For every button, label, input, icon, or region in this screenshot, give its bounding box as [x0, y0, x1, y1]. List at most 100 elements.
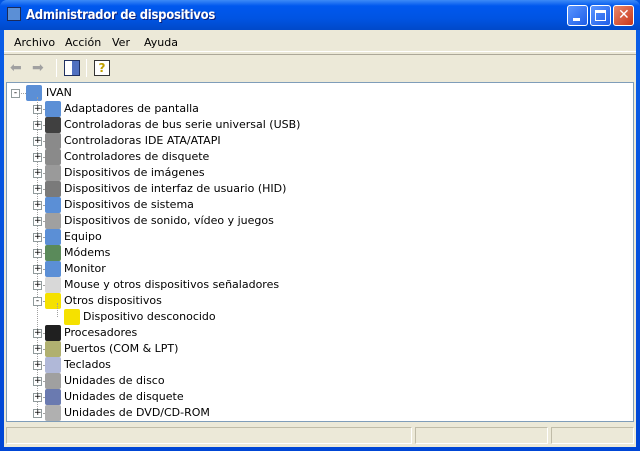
expand-button[interactable]: +: [33, 281, 42, 290]
tree-item[interactable]: + Controladores de disquete: [7, 149, 627, 165]
keyboard-icon: [45, 357, 61, 373]
usb-icon: [45, 117, 61, 133]
tree-item-label: IVAN: [46, 86, 72, 99]
expand-button[interactable]: +: [33, 105, 42, 114]
expand-button[interactable]: +: [33, 169, 42, 178]
forward-arrow-icon[interactable]: ➡: [32, 60, 48, 76]
modem-icon: [45, 245, 61, 261]
expand-button[interactable]: +: [33, 121, 42, 130]
back-arrow-icon[interactable]: ⬅: [10, 60, 26, 76]
expand-button[interactable]: +: [33, 233, 42, 242]
tree-item[interactable]: - Otros dispositivos: [7, 293, 627, 309]
tree-item[interactable]: + Equipo: [7, 229, 627, 245]
tree-item-label: Controladoras de bus serie universal (US…: [64, 118, 301, 131]
toolbar-separator: [56, 59, 57, 77]
menu-ayuda[interactable]: Ayuda: [144, 36, 178, 49]
tree-item-label: Equipo: [64, 230, 102, 243]
collapse-button[interactable]: -: [33, 297, 42, 306]
expand-button[interactable]: +: [33, 185, 42, 194]
device-tree[interactable]: - IVAN + Adaptadores de pantalla + Controlado…: [6, 82, 634, 422]
expand-button[interactable]: +: [33, 201, 42, 210]
expand-button[interactable]: +: [33, 377, 42, 386]
tree-item-label: Unidades de disco: [64, 374, 165, 387]
tree-item-label: Teclados: [64, 358, 111, 371]
hid-icon: [45, 181, 61, 197]
tree-item-label: Procesadores: [64, 326, 138, 339]
tree-item[interactable]: + Mouse y otros dispositivos señaladores: [7, 277, 627, 293]
menu-accion[interactable]: Acción: [65, 36, 101, 49]
port-icon: [45, 341, 61, 357]
expand-button[interactable]: +: [33, 393, 42, 402]
tree-item[interactable]: + Adaptadores de pantalla: [7, 101, 627, 117]
status-pane: [551, 427, 634, 444]
sound-icon: [45, 213, 61, 229]
status-pane: [6, 427, 412, 444]
mouse-icon: [45, 277, 61, 293]
tree-child-item[interactable]: Dispositivo desconocido: [7, 309, 627, 325]
tree-item-label: Otros dispositivos: [64, 294, 162, 307]
tree-item-label: Módems: [64, 246, 111, 259]
computer-icon: [45, 229, 61, 245]
help-icon[interactable]: ?: [94, 60, 110, 76]
tree-item[interactable]: + Puertos (COM & LPT): [7, 341, 627, 357]
tree-item-label: Controladoras IDE ATA/ATAPI: [64, 134, 221, 147]
tree-item[interactable]: + Dispositivos de sistema: [7, 197, 627, 213]
tree-item[interactable]: + Dispositivos de interfaz de usuario (HI…: [7, 181, 627, 197]
tree-item-label: Dispositivos de imágenes: [64, 166, 205, 179]
tree-item[interactable]: + Unidades de DVD/CD-ROM: [7, 405, 627, 421]
expand-button[interactable]: +: [33, 409, 42, 418]
unknown-device-warning-icon: [64, 309, 80, 325]
tree-item[interactable]: + Controladoras de bus serie universal (U…: [7, 117, 627, 133]
tree-item[interactable]: + Procesadores: [7, 325, 627, 341]
window-title: Administrador de dispositivos: [26, 8, 216, 23]
expand-button[interactable]: +: [33, 137, 42, 146]
show-hide-console-tree-icon[interactable]: [64, 60, 80, 76]
tree-item-label: Monitor: [64, 262, 106, 275]
expand-button[interactable]: +: [33, 329, 42, 338]
expand-button[interactable]: +: [33, 361, 42, 370]
menu-bar: Archivo Acción Ver Ayuda: [4, 30, 636, 52]
tree-item[interactable]: + Unidades de disco: [7, 373, 627, 389]
tree-item-label: Dispositivo desconocido: [83, 310, 216, 323]
tree-root[interactable]: - IVAN: [7, 85, 627, 101]
tree-item-label: Unidades de DVD/CD-ROM: [64, 406, 210, 419]
tree-item[interactable]: + Dispositivos de sonido, vídeo y juegos: [7, 213, 627, 229]
tree-item[interactable]: + Dispositivos de imágenes: [7, 165, 627, 181]
maximize-button[interactable]: [590, 5, 611, 26]
display-adapter-icon: [45, 101, 61, 117]
monitor-icon: [45, 261, 61, 277]
expand-button[interactable]: +: [33, 217, 42, 226]
floppy-drive-icon: [45, 389, 61, 405]
expand-button[interactable]: +: [33, 265, 42, 274]
tree-item[interactable]: + Controladoras IDE ATA/ATAPI: [7, 133, 627, 149]
collapse-button[interactable]: -: [11, 89, 20, 98]
close-button[interactable]: ✕: [613, 5, 634, 26]
title-bar[interactable]: Administrador de dispositivos ✕: [0, 0, 640, 30]
computer-icon: [26, 85, 42, 101]
floppy-controller-icon: [45, 149, 61, 165]
expand-button[interactable]: +: [33, 249, 42, 258]
toolbar-separator: [86, 59, 87, 77]
tree-item[interactable]: + Teclados: [7, 357, 627, 373]
toolbar: ⬅ ➡ ?: [4, 54, 636, 80]
tree-item[interactable]: + Módems: [7, 245, 627, 261]
menu-ver[interactable]: Ver: [112, 36, 130, 49]
tree-item-label: Mouse y otros dispositivos señaladores: [64, 278, 280, 291]
tree-item[interactable]: + Unidades de disquete: [7, 389, 627, 405]
status-pane: [415, 427, 548, 444]
tree-item-label: Unidades de disquete: [64, 390, 184, 403]
expand-button[interactable]: +: [33, 153, 42, 162]
ide-controller-icon: [45, 133, 61, 149]
minimize-button[interactable]: [567, 5, 588, 26]
question-icon: [45, 293, 61, 309]
tree-item-label: Dispositivos de sistema: [64, 198, 194, 211]
expand-button[interactable]: +: [33, 345, 42, 354]
menu-archivo[interactable]: Archivo: [14, 36, 55, 49]
tree-item[interactable]: + Monitor: [7, 261, 627, 277]
cdrom-icon: [45, 405, 61, 421]
tree-item-label: Adaptadores de pantalla: [64, 102, 199, 115]
computer-icon: [7, 7, 21, 21]
processor-icon: [45, 325, 61, 341]
disk-drive-icon: [45, 373, 61, 389]
imaging-device-icon: [45, 165, 61, 181]
